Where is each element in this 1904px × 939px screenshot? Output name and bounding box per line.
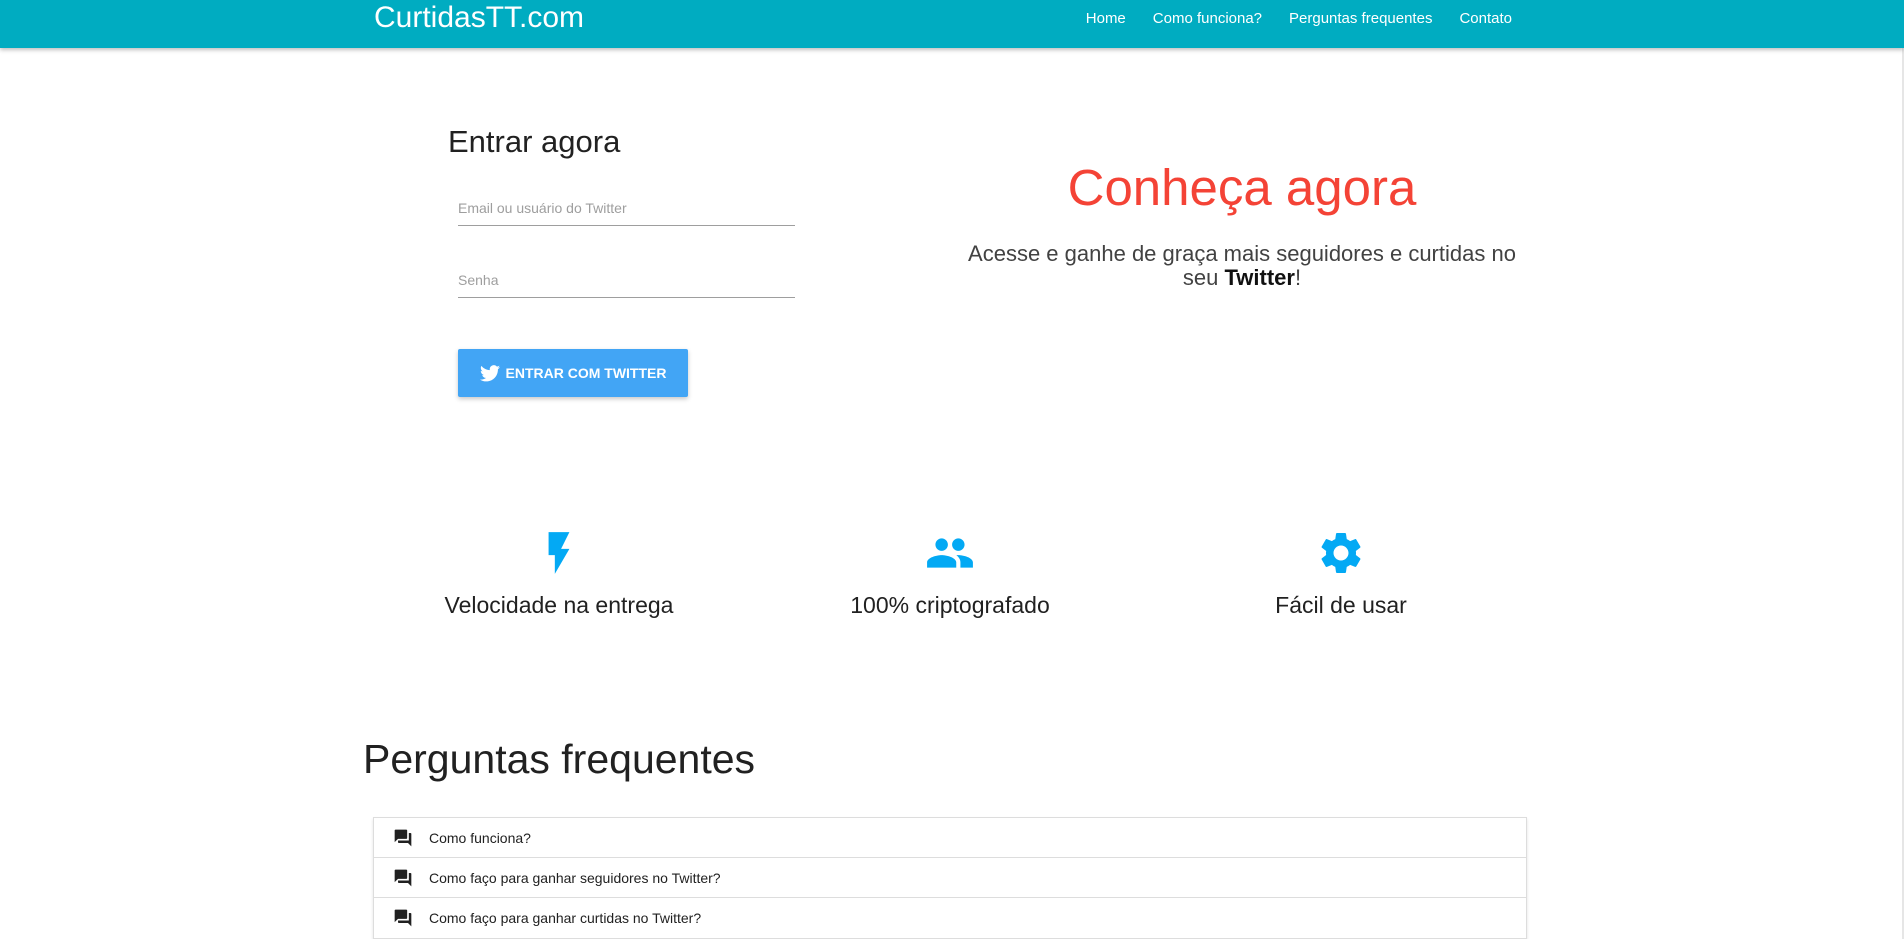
hero-text: Acesse e ganhe de graça mais seguidores …	[960, 242, 1524, 290]
forum-icon	[394, 869, 412, 886]
feature-easy: Fácil de usar	[1191, 528, 1491, 619]
top-navbar: CurtidasTT.com Home Como funciona? Pergu…	[0, 0, 1904, 48]
login-title: Entrar agora	[448, 124, 621, 159]
forum-icon	[394, 829, 412, 846]
password-field[interactable]	[458, 262, 795, 298]
login-with-twitter-button[interactable]: ENTRAR COM TWITTER	[458, 349, 688, 397]
hero-text-end: !	[1294, 265, 1302, 290]
faq-question: Como faço para ganhar curtidas no Twitte…	[429, 910, 702, 926]
faq-title: Perguntas frequentes	[363, 736, 756, 782]
feature-label: Fácil de usar	[1275, 592, 1407, 618]
brand-logo-link[interactable]: CurtidasTT.com	[374, 1, 584, 35]
gear-icon	[1321, 533, 1361, 573]
email-field[interactable]	[458, 190, 795, 226]
faq-question: Como faço para ganhar seguidores no Twit…	[429, 869, 721, 886]
feature-encryption: 100% criptografado	[800, 528, 1100, 619]
nav-link-como-funciona[interactable]: Como funciona?	[1153, 10, 1262, 27]
nav-link-contato[interactable]: Contato	[1459, 10, 1512, 27]
nav-link-home[interactable]: Home	[1086, 10, 1126, 27]
faq-item-curtidas[interactable]: Como faço para ganhar curtidas no Twitte…	[374, 898, 1526, 938]
feature-label: Velocidade na entrega	[444, 592, 674, 618]
faq-list: Como funciona? Como faço para ganhar seg…	[373, 817, 1527, 939]
hero-text-twitter: Twitter	[1224, 265, 1295, 290]
nav-link-perguntas-frequentes[interactable]: Perguntas frequentes	[1289, 10, 1432, 27]
faq-question: Como funciona?	[429, 829, 531, 846]
login-with-twitter-label: ENTRAR COM TWITTER	[505, 365, 667, 381]
twitter-bird-icon	[479, 364, 500, 381]
faq-item-como-funciona[interactable]: Como funciona?	[374, 818, 1526, 858]
flash-icon	[548, 532, 570, 574]
feature-speed: Velocidade na entrega	[409, 528, 709, 619]
forum-icon	[394, 909, 412, 927]
nav-links: Home Como funciona? Perguntas frequentes…	[1086, 0, 1512, 36]
faq-item-seguidores[interactable]: Como faço para ganhar seguidores no Twit…	[374, 858, 1526, 898]
feature-label: 100% criptografado	[850, 592, 1050, 618]
people-icon	[927, 538, 973, 568]
hero-title: Conheça agora	[1067, 159, 1417, 216]
